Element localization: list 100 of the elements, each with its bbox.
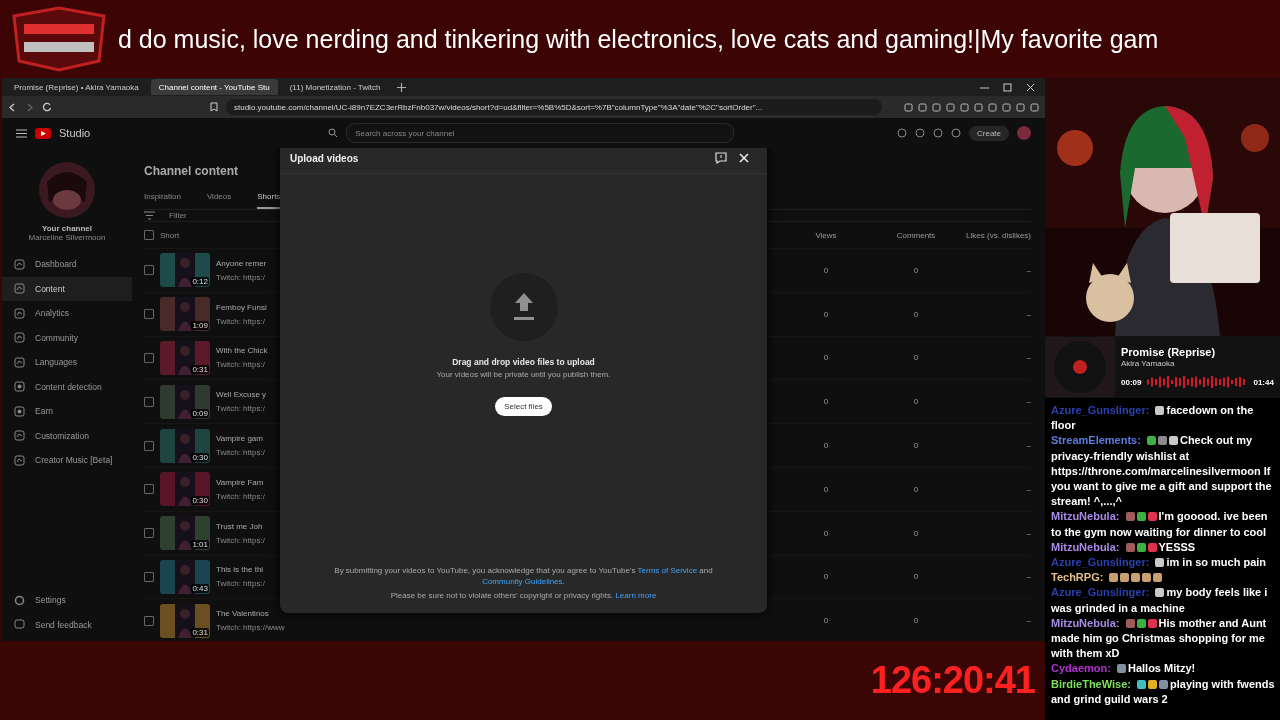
reload-icon[interactable] — [42, 102, 52, 112]
table-cell-text: 0 — [912, 397, 920, 407]
content-tab[interactable]: Videos — [206, 192, 232, 209]
feedback-icon — [14, 619, 25, 631]
table-cell-text: 0 — [822, 265, 830, 275]
duration-label: 0:09 — [191, 408, 209, 418]
checkbox[interactable] — [144, 528, 154, 539]
table-cell-text: 0 — [822, 572, 830, 582]
column-header: Views — [814, 230, 838, 240]
video-description: Twitch: https:/ — [216, 448, 265, 458]
browser-tab[interactable]: (11) Monetization - Twitch — [281, 79, 389, 95]
checkbox[interactable] — [144, 615, 154, 626]
chat-message: MitzuNebula: I'm gooood. ive been to the gym now waiting for dinner to cool — [1051, 509, 1269, 540]
video-title[interactable]: Femboy Funsi — [216, 302, 267, 312]
video-description: Twitch: https://www — [216, 623, 285, 633]
video-title[interactable]: Trust me Joh — [216, 521, 263, 531]
sidebar-item[interactable]: Dashboard — [2, 252, 132, 277]
checkbox[interactable] — [144, 396, 154, 407]
checkbox[interactable] — [144, 484, 154, 495]
duration-label: 0:12 — [191, 277, 209, 287]
marquee-text: d do music, love nerding and tinkering with electronics, love cats and gaming!|My favorite gam — [118, 24, 1159, 54]
close-icon[interactable] — [1026, 82, 1035, 92]
sidebar-item[interactable]: Send feedback — [2, 612, 132, 637]
total-time: 01:44 — [1253, 377, 1274, 387]
menu-icon[interactable] — [16, 128, 27, 138]
table-cell-text: – — [1025, 265, 1031, 275]
settings-icon — [14, 594, 25, 606]
sidebar-item[interactable]: Customization — [2, 423, 132, 448]
column-header: Short — [160, 230, 181, 240]
new-tab-icon[interactable] — [396, 82, 406, 92]
table-cell-text: 0 — [822, 528, 830, 538]
table-cell-text: 0 — [912, 616, 920, 626]
video-title[interactable]: Anyone remer — [216, 258, 267, 268]
address-field[interactable]: studio.youtube.com/channel/UC-i89n7EZC3erRbzFnb037w/videos/short?d=ud&filter=%5B%5D&sort=%7B"columnType"%3A"date"%2C"sortOrder"... — [226, 99, 882, 115]
upload-heading: Drag and drop video files to upload — [452, 357, 595, 367]
video-title[interactable]: This is the thi — [216, 565, 264, 575]
checkbox[interactable] — [144, 353, 154, 363]
duration-label: 0:43 — [191, 583, 209, 593]
duration-label: 1:09 — [191, 321, 209, 331]
column-header: Comments — [895, 230, 937, 240]
sidebar-item[interactable]: Content detection — [2, 374, 132, 399]
back-icon[interactable] — [8, 102, 17, 112]
search-icon[interactable] — [328, 128, 339, 138]
chat-message: Azure_Gunslinger: my body feels like i was grinded in a machine — [1051, 585, 1269, 616]
bookmark-icon[interactable] — [210, 102, 218, 112]
sidebar-item[interactable]: Community — [2, 325, 132, 350]
sidebar-item[interactable]: Creator Music [Beta] — [2, 448, 132, 473]
duration-label: 0:30 — [191, 452, 209, 462]
chat-message: BirdieTheWise: playing with fwends and grind guild wars 2 — [1051, 676, 1276, 707]
learn-more-link[interactable]: Learn more — [615, 591, 657, 600]
checkbox[interactable] — [144, 265, 154, 276]
video-description: Twitch: https:/ — [216, 535, 265, 545]
search-field[interactable]: Search across your channel — [346, 123, 735, 143]
sidebar-item[interactable]: Analytics — [2, 301, 132, 326]
sidebar-item[interactable]: Languages — [2, 350, 132, 375]
channel-label: Your channel — [40, 224, 94, 233]
video-description: Twitch: https:/ — [216, 316, 265, 326]
video-title[interactable]: With the Chick — [216, 346, 268, 356]
table-cell-text: 0 — [912, 572, 920, 582]
checkbox[interactable] — [144, 230, 154, 240]
table-cell-text: – — [1025, 441, 1031, 451]
video-description: Twitch: https:/ — [216, 360, 265, 370]
video-title[interactable]: The Valentinos — [216, 609, 269, 619]
content-tab[interactable]: Inspiration — [144, 192, 181, 209]
checkbox[interactable] — [144, 440, 154, 451]
sidebar-item[interactable]: Earn — [2, 399, 132, 424]
select-files-button[interactable]: Select files — [495, 397, 552, 416]
filter-icon[interactable] — [144, 211, 155, 220]
studio-logo: Studio — [59, 127, 91, 139]
checkbox[interactable] — [144, 309, 154, 320]
video-title[interactable]: Well Excuse y — [216, 390, 267, 400]
table-cell-text: 0 — [912, 353, 920, 363]
video-title[interactable]: Vampire Fam — [216, 477, 264, 487]
video-title[interactable]: Vampire gam — [216, 434, 263, 444]
feedback-icon[interactable] — [715, 152, 727, 164]
video-description: Twitch: https:/ — [216, 491, 265, 501]
sidebar-item[interactable]: Settings — [2, 588, 132, 613]
create-button[interactable]: Create — [969, 125, 1009, 141]
stream-timer: 126:20:41 — [870, 659, 1035, 702]
filter-field[interactable]: Filter — [167, 210, 231, 221]
checkbox[interactable] — [144, 571, 154, 582]
browser-tab[interactable]: Promise (Reprise) • Akira Yamaoka — [6, 79, 147, 95]
table-cell-text: 0 — [822, 484, 830, 494]
terms-text: Please be sure not to violate others' copyright or privacy rights. — [390, 591, 614, 600]
table-cell-text: 0 — [912, 441, 920, 451]
restore-icon[interactable] — [1003, 82, 1012, 92]
upload-subtext: Your videos will be private until you publish them. — [436, 370, 611, 379]
terms-link[interactable]: Terms of Service — [637, 566, 698, 575]
browser-tab[interactable]: Channel content - YouTube Stu — [150, 79, 278, 95]
table-cell-text: 0 — [912, 484, 920, 494]
sidebar-item[interactable]: Content — [2, 276, 132, 301]
dialog-title: Upload videos — [290, 152, 359, 164]
guidelines-link[interactable]: Community Guidelines. — [482, 577, 565, 586]
terms-text: By submitting your videos to YouTube, you acknowledge that you agree to YouTube's — [334, 566, 636, 575]
table-cell-text: – — [1025, 528, 1031, 538]
chat-message: Cydaemon: Hallos Mitzy! — [1051, 661, 1197, 677]
duration-label: 0:31 — [191, 627, 209, 637]
table-cell-text: – — [1025, 484, 1031, 494]
chat-message: TechRPG: — [1051, 570, 1277, 586]
forward-icon[interactable] — [25, 102, 34, 112]
